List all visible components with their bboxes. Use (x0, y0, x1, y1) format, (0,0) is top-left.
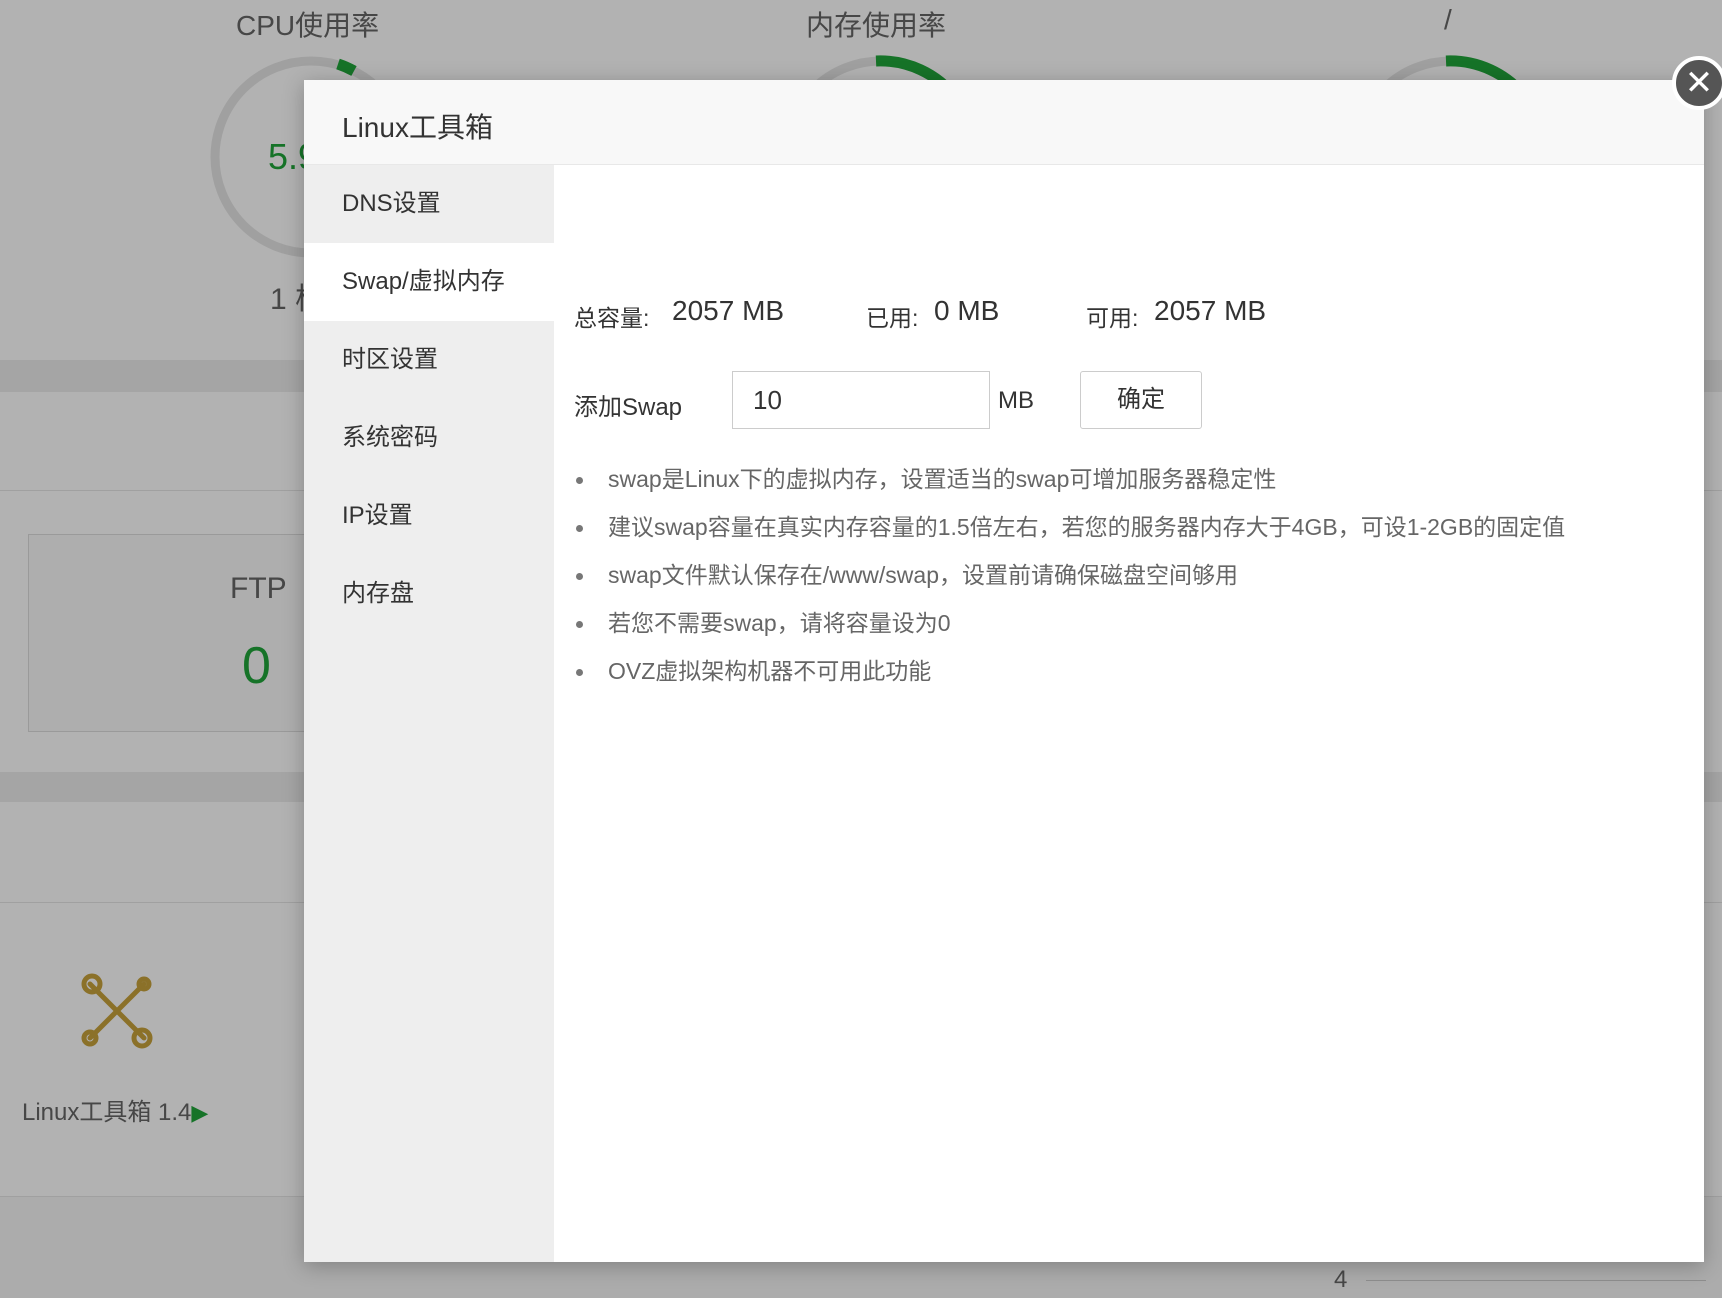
sidebar-item-ip[interactable]: IP设置 (304, 477, 554, 555)
dialog-header: Linux工具箱 (304, 80, 1704, 165)
list-item: 建议swap容量在真实内存容量的1.5倍左右，若您的服务器内存大于4GB，可设1… (574, 503, 1565, 551)
swap-size-input[interactable] (732, 371, 990, 429)
close-icon[interactable]: ✕ (1672, 56, 1722, 110)
sidebar-item-timezone[interactable]: 时区设置 (304, 321, 554, 399)
linux-toolbox-dialog: Linux工具箱 DNS设置 Swap/虚拟内存 时区设置 系统密码 IP设置 … (304, 80, 1704, 1262)
list-item: OVZ虚拟架构机器不可用此功能 (574, 647, 1565, 695)
used-label: 已用: (866, 305, 919, 331)
list-item: swap是Linux下的虚拟内存，设置适当的swap可增加服务器稳定性 (574, 455, 1565, 503)
used-value: 0 MB (934, 295, 1000, 326)
free-label: 可用: (1086, 305, 1139, 331)
free-value: 2057 MB (1154, 295, 1267, 326)
sidebar-item-swap[interactable]: Swap/虚拟内存 (304, 243, 554, 321)
dialog-sidebar: DNS设置 Swap/虚拟内存 时区设置 系统密码 IP设置 内存盘 (304, 165, 554, 1262)
dialog-title: Linux工具箱 (342, 112, 493, 143)
list-item: swap文件默认保存在/www/swap，设置前请确保磁盘空间够用 (574, 551, 1565, 599)
swap-unit: MB (998, 387, 1034, 414)
add-swap-label: 添加Swap (574, 394, 683, 421)
confirm-button[interactable]: 确定 (1080, 371, 1202, 429)
sidebar-item-password[interactable]: 系统密码 (304, 399, 554, 477)
swap-panel: 总容量: 2057 MB 已用: 0 MB 可用: 2057 MB 添加Swap… (554, 165, 1704, 1262)
total-capacity-label: 总容量: (574, 305, 650, 331)
sidebar-item-dns[interactable]: DNS设置 (304, 165, 554, 243)
total-capacity-value: 2057 MB (672, 295, 785, 326)
sidebar-item-ramdisk[interactable]: 内存盘 (304, 555, 554, 633)
list-item: 若您不需要swap，请将容量设为0 (574, 599, 1565, 647)
swap-tips-list: swap是Linux下的虚拟内存，设置适当的swap可增加服务器稳定性 建议sw… (574, 455, 1565, 695)
